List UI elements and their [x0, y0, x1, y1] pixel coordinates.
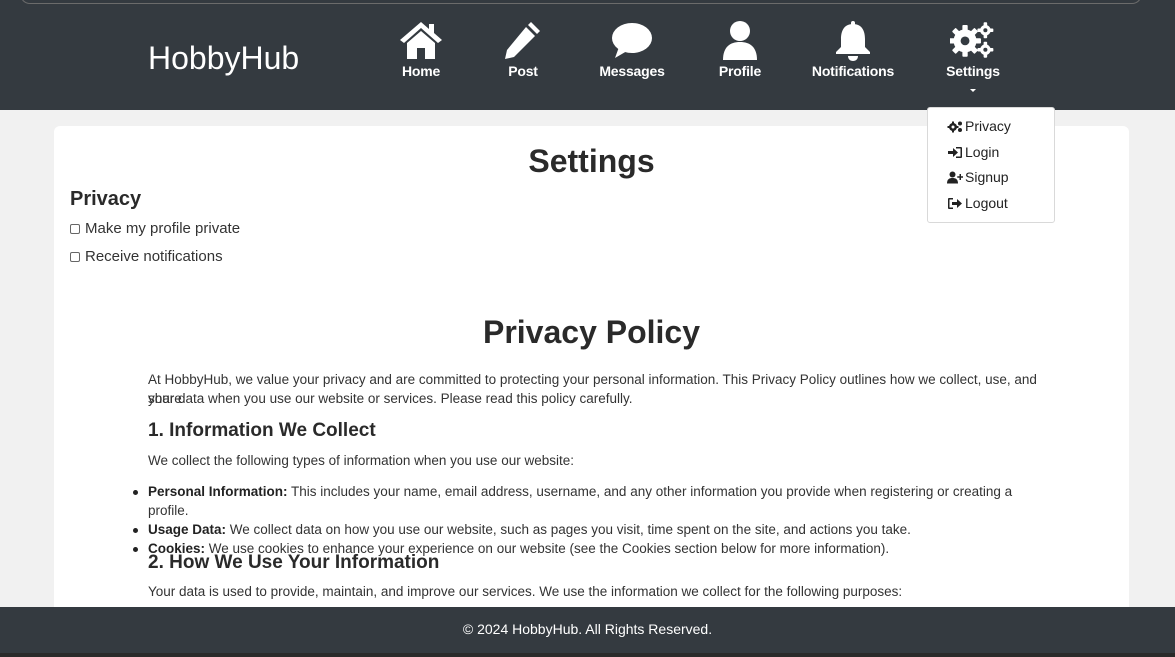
nav-home[interactable]: Home [371, 19, 471, 79]
dropdown-item-login[interactable]: Login [947, 144, 999, 160]
brand-logo[interactable]: HobbyHub [148, 40, 299, 77]
nav-messages-label: Messages [599, 63, 665, 79]
pencil-icon [505, 22, 540, 59]
private-profile-checkbox[interactable] [70, 223, 80, 234]
policy-intro-line-2: your data when you use our website or se… [148, 391, 633, 406]
dropdown-item-signup[interactable]: Signup [947, 169, 1009, 185]
dropdown-signup-label: Signup [965, 169, 1009, 185]
dropdown-privacy-label: Privacy [965, 118, 1011, 134]
policy-section-2-text: Your data is used to provide, maintain, … [148, 584, 903, 599]
notifications-option[interactable]: Receive notifications [70, 248, 223, 265]
privacy-section-heading: Privacy [70, 188, 142, 210]
nav-settings[interactable]: Settings [923, 19, 1023, 92]
dropdown-login-label: Login [965, 144, 1000, 160]
footer: © 2024 HobbyHub. All Rights Reserved. [0, 607, 1175, 653]
list-item-term: Personal Information: [148, 484, 288, 499]
settings-dropdown-menu: Privacy Login Signup Logout [927, 107, 1055, 223]
cogs-icon [947, 121, 962, 132]
nav-home-label: Home [401, 63, 441, 79]
private-profile-label: Make my profile private [85, 220, 241, 237]
sign-in-icon [948, 146, 962, 158]
nav-post-label: Post [508, 63, 538, 79]
dropdown-logout-label: Logout [965, 195, 1008, 211]
private-profile-option[interactable]: Make my profile private [70, 220, 240, 237]
list-item: Personal Information: This includes your… [133, 482, 1048, 520]
nav-notifications-label: Notifications [811, 63, 895, 79]
nav-post[interactable]: Post [473, 19, 573, 79]
collected-info-list: Personal Information: This includes your… [133, 482, 1048, 558]
caret-down-icon [970, 89, 976, 92]
user-plus-icon [947, 171, 963, 183]
nav-settings-label: Settings [946, 63, 1000, 79]
sign-out-icon [948, 197, 962, 209]
window-bottom-edge [0, 653, 1175, 657]
footer-copyright: © 2024 HobbyHub. All Rights Reserved. [462, 621, 713, 637]
user-icon [723, 21, 757, 60]
home-icon [400, 22, 442, 59]
policy-section-1-text: We collect the following types of inform… [148, 453, 574, 468]
nav-messages[interactable]: Messages [582, 19, 682, 79]
dropdown-item-privacy[interactable]: Privacy [947, 118, 1011, 134]
privacy-policy-title: Privacy Policy [482, 314, 701, 350]
bell-icon [836, 21, 870, 61]
policy-section-2-heading: 2. How We Use Your Information [148, 552, 440, 573]
cogs-icon [950, 22, 994, 58]
top-navbar: HobbyHub Home Post Messages Profile Noti… [0, 4, 1175, 110]
nav-profile[interactable]: Profile [690, 19, 790, 79]
policy-section-1-heading: 1. Information We Collect [148, 420, 376, 441]
chat-bubble-icon [612, 23, 652, 58]
notifications-label: Receive notifications [85, 248, 223, 265]
nav-notifications[interactable]: Notifications [803, 19, 903, 79]
list-item-term: Usage Data: [148, 522, 227, 537]
list-item: Usage Data: We collect data on how you u… [133, 520, 1048, 539]
nav-profile-label: Profile [718, 63, 762, 79]
list-item-desc: We collect data on how you use our websi… [226, 522, 911, 537]
notifications-checkbox[interactable] [70, 251, 80, 262]
dropdown-item-logout[interactable]: Logout [947, 195, 1008, 211]
